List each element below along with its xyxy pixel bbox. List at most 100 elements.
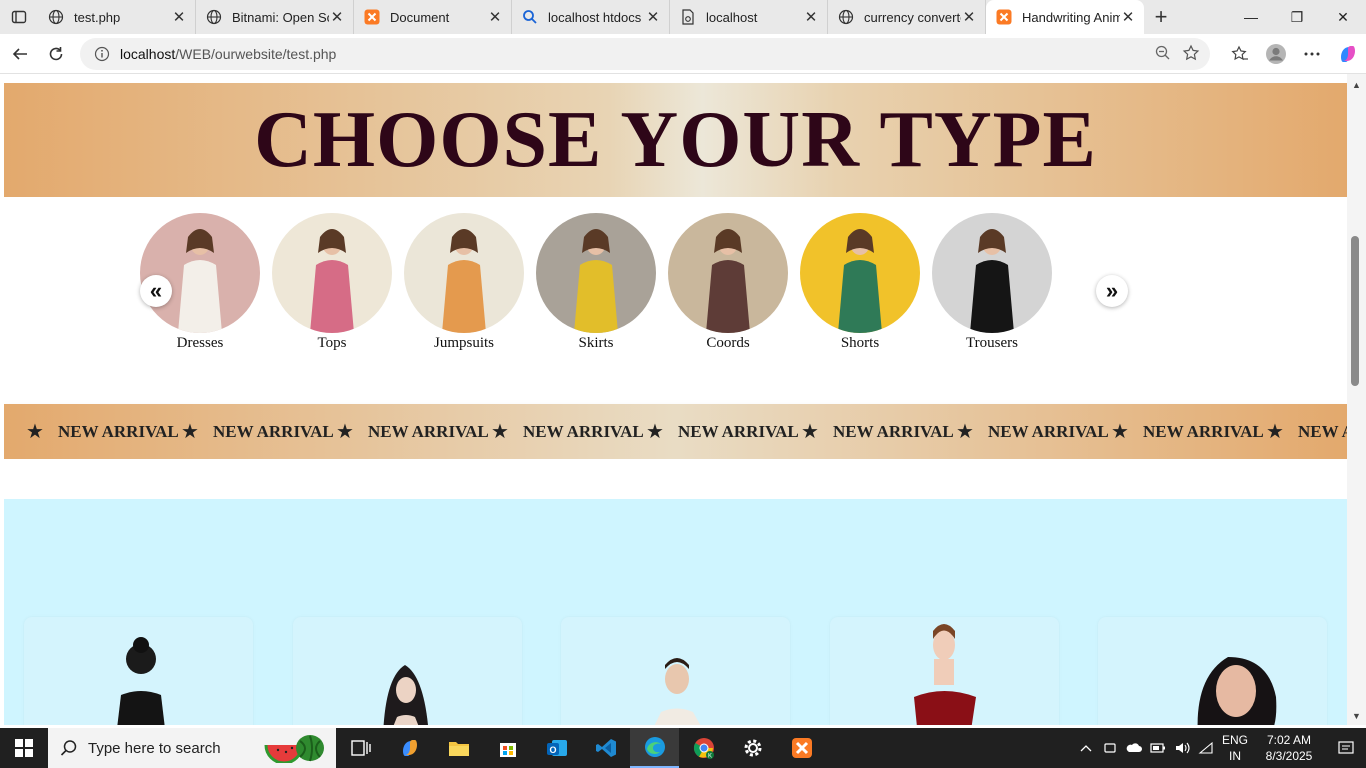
category-item[interactable]: Shorts — [800, 213, 920, 352]
onedrive-cloud-icon[interactable] — [1122, 743, 1146, 753]
close-tab-icon[interactable]: ✕ — [329, 8, 345, 26]
battery-icon[interactable] — [1146, 743, 1170, 753]
site-info-icon[interactable] — [92, 44, 112, 64]
more-options-icon[interactable] — [1294, 45, 1330, 63]
search-placeholder: Type here to search — [88, 739, 221, 757]
tab-actions-icon[interactable] — [0, 0, 38, 34]
category-image — [272, 213, 392, 333]
marquee-item: ★ NEW ARRIVAL — [801, 404, 954, 459]
url-path: /WEB/ourwebsite/test.php — [175, 46, 337, 62]
category-item[interactable]: Trousers — [932, 213, 1052, 352]
tab-strip: test.php✕Bitnami: Open Sou✕Document✕loca… — [0, 0, 1366, 34]
globe-icon — [206, 9, 222, 25]
favorite-star-icon[interactable] — [1182, 44, 1200, 65]
close-tab-icon[interactable]: ✕ — [645, 8, 661, 26]
file-explorer-icon[interactable] — [434, 728, 483, 768]
browser-tab[interactable]: localhost ✕ — [670, 0, 828, 34]
xampp-icon[interactable] — [777, 728, 826, 768]
clock-date: 8/3/2025 — [1265, 749, 1313, 763]
browser-tab[interactable]: currency converter ✕ — [828, 0, 986, 34]
tab-title: test.php — [74, 9, 121, 25]
star-icon: ★ — [646, 421, 664, 443]
scroll-up-icon[interactable]: ▲ — [1352, 80, 1361, 90]
star-icon: ★ — [1266, 421, 1284, 443]
volume-icon[interactable] — [1170, 741, 1194, 755]
restore-button[interactable]: ❐ — [1274, 0, 1320, 34]
url-field[interactable]: localhost/WEB/ourwebsite/test.php — [80, 38, 1210, 70]
clock-time: 7:02 AM — [1266, 733, 1312, 747]
copilot-icon[interactable] — [1330, 43, 1366, 65]
carousel-next-button[interactable]: » — [1096, 275, 1128, 307]
marquee-text: NEW ARRIVAL — [58, 421, 179, 441]
category-image — [140, 213, 260, 333]
product-image — [914, 624, 976, 725]
marquee-item: ★ NEW ARRIVAL — [1266, 404, 1347, 459]
product-card[interactable] — [293, 617, 522, 725]
copilot-app-icon[interactable] — [385, 728, 434, 768]
browser-tab[interactable]: test.php ✕ — [38, 0, 196, 34]
category-item[interactable]: Coords — [668, 213, 788, 352]
star-icon: ★ — [491, 421, 509, 443]
product-card[interactable] — [830, 617, 1059, 725]
tab-title: localhost — [706, 9, 758, 25]
taskbar-search-field[interactable]: Type here to search — [48, 728, 336, 768]
meet-now-icon[interactable] — [1098, 741, 1122, 755]
category-label: Trousers — [966, 335, 1018, 351]
show-hidden-icons-icon[interactable] — [1074, 744, 1098, 752]
language-code: ENG — [1221, 733, 1248, 747]
system-tray: ENG IN 7:02 AM 8/3/2025 — [1074, 728, 1366, 768]
product-card[interactable] — [24, 617, 253, 725]
vertical-scrollbar[interactable]: ▲ ▼ — [1347, 74, 1366, 725]
file-icon — [680, 9, 696, 25]
category-label: Shorts — [840, 335, 880, 351]
scrollbar-thumb[interactable] — [1351, 236, 1359, 386]
banner-title: CHOOSE YOUR TYPE — [254, 96, 1097, 184]
profile-avatar[interactable] — [1258, 43, 1294, 65]
scroll-down-icon[interactable]: ▼ — [1352, 711, 1361, 721]
tab-title: Handwriting Anim — [1022, 9, 1120, 25]
close-tab-icon[interactable]: ✕ — [1120, 8, 1136, 26]
globe-icon — [48, 9, 64, 25]
new-tab-button[interactable]: + — [1144, 0, 1178, 34]
product-card[interactable] — [561, 617, 790, 725]
globe-icon — [838, 9, 854, 25]
marquee-item: ★ NEW ARRIVAL — [26, 404, 179, 459]
browser-tab[interactable]: Document ✕ — [354, 0, 512, 34]
language-indicator[interactable]: ENG IN — [1218, 732, 1252, 764]
product-card[interactable] — [1098, 617, 1327, 725]
category-item[interactable]: Skirts — [536, 213, 656, 352]
marquee-text: NEW ARRIVAL — [523, 421, 644, 441]
browser-tab[interactable]: Bitnami: Open Sou✕ — [196, 0, 354, 34]
edge-icon[interactable] — [630, 728, 679, 768]
category-item[interactable]: Jumpsuits — [404, 213, 524, 352]
clock[interactable]: 7:02 AM 8/3/2025 — [1252, 732, 1326, 764]
category-label: Skirts — [578, 335, 614, 351]
browser-tab[interactable]: Handwriting Anim ✕ — [986, 0, 1144, 34]
close-tab-icon[interactable]: ✕ — [803, 8, 819, 26]
category-image — [932, 213, 1052, 333]
settings-gear-icon[interactable] — [728, 728, 777, 768]
vscode-icon[interactable] — [581, 728, 630, 768]
zoom-out-icon[interactable] — [1154, 44, 1172, 65]
back-icon[interactable] — [2, 36, 38, 72]
browser-tab[interactable]: localhost htdocs in ✕ — [512, 0, 670, 34]
close-tab-icon[interactable]: ✕ — [171, 8, 187, 26]
category-item[interactable]: Tops — [272, 213, 392, 352]
windows-start-icon[interactable] — [0, 728, 48, 768]
carousel-prev-button[interactable]: « — [140, 275, 172, 307]
svg-text:K: K — [707, 754, 711, 760]
minimize-button[interactable]: — — [1228, 0, 1274, 34]
close-window-button[interactable]: ✕ — [1320, 0, 1366, 34]
microsoft-store-icon[interactable] — [483, 728, 532, 768]
task-view-icon[interactable] — [336, 728, 385, 768]
outlook-icon[interactable]: O — [532, 728, 581, 768]
favorites-icon[interactable] — [1222, 45, 1258, 63]
chrome-icon[interactable]: K — [679, 728, 728, 768]
wifi-icon[interactable] — [1194, 741, 1218, 755]
refresh-icon[interactable] — [38, 36, 74, 72]
star-icon: ★ — [336, 421, 354, 443]
close-tab-icon[interactable]: ✕ — [487, 8, 503, 26]
close-tab-icon[interactable]: ✕ — [961, 8, 977, 26]
category-image — [668, 213, 788, 333]
notifications-icon[interactable] — [1326, 740, 1366, 756]
